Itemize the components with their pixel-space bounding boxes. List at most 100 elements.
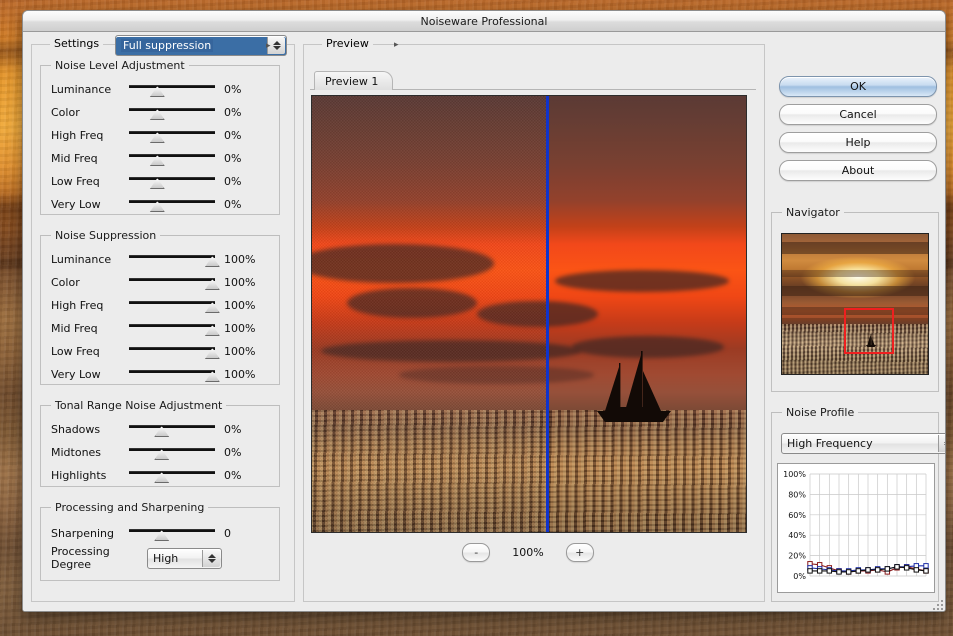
dialog-body: Settings Full suppression ▸ Noise Level … bbox=[23, 32, 945, 611]
slider-row: High Freq 0% bbox=[51, 126, 241, 144]
slider-track bbox=[129, 255, 215, 258]
noise-profile-group-label: Noise Profile bbox=[782, 406, 859, 419]
preview-image-frame[interactable] bbox=[311, 95, 747, 533]
slider-row: Color 0% bbox=[51, 103, 241, 121]
slider-row: Luminance 0% bbox=[51, 80, 241, 98]
settings-preset-combo[interactable]: Full suppression bbox=[115, 35, 287, 56]
slider-track bbox=[129, 278, 215, 281]
noise-profile-band-value: High Frequency bbox=[787, 437, 873, 450]
chevron-right-icon[interactable]: ▸ bbox=[266, 41, 271, 51]
slider-row: Sharpening 0 bbox=[51, 524, 231, 542]
slider-track bbox=[129, 154, 215, 157]
noise-profile-band-combo[interactable]: High Frequency bbox=[781, 433, 945, 454]
chart-data-point bbox=[836, 569, 842, 575]
slider-track bbox=[129, 177, 215, 180]
noise-level-low-freq-slider[interactable] bbox=[129, 173, 215, 189]
stepper-icon[interactable] bbox=[938, 435, 945, 452]
noise-suppression-luminance-slider[interactable] bbox=[129, 251, 220, 267]
stepper-icon[interactable] bbox=[202, 549, 220, 567]
slider-value: 0% bbox=[224, 445, 242, 459]
about-button[interactable]: About bbox=[779, 160, 937, 181]
noise-profile-group: Noise Profile High Frequency 0% 20% 40% 60%… bbox=[771, 406, 945, 602]
ok-button[interactable]: OK bbox=[779, 76, 937, 97]
zoom-in-button[interactable]: + bbox=[565, 542, 594, 562]
noise-suppression-color-slider[interactable] bbox=[129, 274, 220, 290]
chart-data-point bbox=[816, 568, 823, 574]
chart-y-tick-label: 0% bbox=[793, 572, 806, 581]
slider-label: Low Freq bbox=[51, 174, 100, 188]
help-button[interactable]: Help bbox=[779, 132, 937, 153]
slider-value: 100% bbox=[224, 321, 256, 335]
slider-label: Mid Freq bbox=[51, 151, 98, 165]
noise-level-color-slider[interactable] bbox=[129, 104, 215, 120]
tonal-range-group: Tonal Range Noise Adjustment Shadows 0% … bbox=[40, 399, 280, 487]
noise-profile-chart: 0% 20% 40% 60% 80% 100% bbox=[777, 463, 935, 593]
preview-panel: Preview ▸ Preview 1 - 100% + bbox=[303, 37, 765, 602]
noise-level-luminance-slider[interactable] bbox=[129, 81, 215, 97]
slider-label: Low Freq bbox=[51, 344, 100, 358]
chart-data-point bbox=[884, 566, 891, 572]
slider-value: 0 bbox=[224, 526, 231, 540]
noise-suppression-very-low-slider[interactable] bbox=[129, 366, 220, 382]
slider-label: Shadows bbox=[51, 422, 101, 436]
resize-grip-icon[interactable] bbox=[929, 596, 943, 610]
slider-label: Very Low bbox=[51, 197, 101, 211]
slider-value: 100% bbox=[224, 344, 256, 358]
slider-track bbox=[129, 425, 215, 428]
processing-degree-label: Processing Degree bbox=[51, 545, 110, 571]
tab-preview-1[interactable]: Preview 1 bbox=[314, 71, 394, 90]
tonal-range-midtones-slider[interactable] bbox=[129, 444, 215, 460]
settings-group-label: Settings bbox=[50, 37, 104, 50]
chart-data-point bbox=[913, 567, 920, 573]
slider-label: Luminance bbox=[51, 82, 112, 96]
slider-value: 100% bbox=[224, 252, 256, 266]
window-title: Noiseware Professional bbox=[420, 14, 548, 28]
preview-noisy-half bbox=[312, 96, 547, 532]
settings-preset-value: Full suppression bbox=[121, 39, 214, 52]
slider-label: Midtones bbox=[51, 445, 102, 459]
slider-track bbox=[129, 108, 215, 111]
slider-track bbox=[129, 85, 215, 88]
chart-data-point bbox=[807, 568, 813, 574]
right-panel: OK Cancel Help About Navigator Noise Pro… bbox=[771, 44, 945, 602]
zoom-out-button[interactable]: - bbox=[462, 542, 491, 562]
sharpening-slider[interactable] bbox=[129, 525, 215, 541]
tonal-range-highlights-slider[interactable] bbox=[129, 467, 215, 483]
slider-value: 100% bbox=[224, 275, 256, 289]
chart-y-tick-label: 20% bbox=[788, 552, 806, 561]
slider-value: 0% bbox=[224, 468, 242, 482]
processing-degree-row: Processing Degree High bbox=[51, 545, 222, 571]
noise-suppression-high-freq-slider[interactable] bbox=[129, 297, 220, 313]
slider-row: Luminance 100% bbox=[51, 250, 255, 268]
chart-y-tick-label: 100% bbox=[783, 470, 806, 479]
noiseware-dialog: Noiseware Professional Settings Full sup… bbox=[22, 10, 946, 612]
noise-level-mid-freq-slider[interactable] bbox=[129, 150, 215, 166]
title-bar[interactable]: Noiseware Professional bbox=[23, 11, 945, 32]
preview-tabstrip: Preview 1 bbox=[310, 71, 756, 90]
processing-degree-combo[interactable]: High bbox=[147, 547, 222, 569]
slider-value: 0% bbox=[224, 105, 242, 119]
noise-suppression-low-freq-slider[interactable] bbox=[129, 343, 220, 359]
slider-row: Midtones 0% bbox=[51, 443, 241, 461]
tonal-range-shadows-slider[interactable] bbox=[129, 421, 215, 437]
slider-value: 0% bbox=[224, 128, 242, 142]
slider-value: 0% bbox=[224, 197, 242, 211]
slider-label: Color bbox=[51, 275, 80, 289]
slider-track bbox=[129, 448, 215, 451]
slider-row: Low Freq 0% bbox=[51, 172, 241, 190]
slider-label: High Freq bbox=[51, 298, 104, 312]
chevron-right-icon[interactable]: ▸ bbox=[394, 40, 399, 50]
navigator-group-label: Navigator bbox=[782, 206, 844, 219]
cancel-button[interactable]: Cancel bbox=[779, 104, 937, 125]
chart-data-point bbox=[923, 568, 929, 574]
zoom-level-value: 100% bbox=[512, 545, 544, 559]
chart-data-point bbox=[903, 565, 910, 571]
slider-track bbox=[129, 301, 215, 304]
slider-row: High Freq 100% bbox=[51, 296, 255, 314]
slider-row: Color 100% bbox=[51, 273, 255, 291]
navigator-thumbnail[interactable] bbox=[781, 233, 929, 375]
noise-suppression-mid-freq-slider[interactable] bbox=[129, 320, 220, 336]
noise-level-high-freq-slider[interactable] bbox=[129, 127, 215, 143]
preview-split-divider[interactable] bbox=[546, 96, 550, 532]
noise-level-very-low-slider[interactable] bbox=[129, 196, 215, 212]
